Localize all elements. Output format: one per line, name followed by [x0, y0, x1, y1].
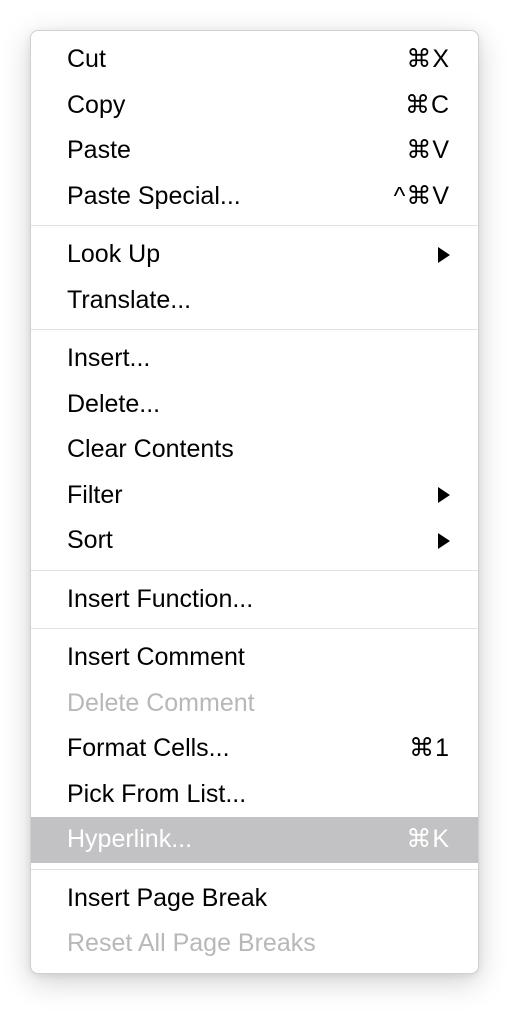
menu-label: Sort: [67, 522, 430, 560]
menu-item-sort[interactable]: Sort: [31, 518, 478, 564]
menu-label: Insert Comment: [67, 639, 450, 677]
menu-label: Delete Comment: [67, 685, 450, 723]
menu-label: Copy: [67, 87, 405, 125]
menu-label: Insert Page Break: [67, 880, 450, 918]
menu-item-delete-comment: Delete Comment: [31, 681, 478, 727]
menu-item-pick-from-list[interactable]: Pick From List...: [31, 772, 478, 818]
menu-item-clear-contents[interactable]: Clear Contents: [31, 427, 478, 473]
menu-item-look-up[interactable]: Look Up: [31, 232, 478, 278]
menu-label: Hyperlink...: [67, 821, 406, 859]
menu-separator: [31, 329, 478, 330]
menu-item-translate[interactable]: Translate...: [31, 278, 478, 324]
menu-item-insert-comment[interactable]: Insert Comment: [31, 635, 478, 681]
menu-label: Filter: [67, 477, 430, 515]
menu-item-paste-special[interactable]: Paste Special... ^⌘V: [31, 174, 478, 220]
menu-shortcut: ⌘V: [406, 132, 450, 170]
menu-item-filter[interactable]: Filter: [31, 473, 478, 519]
menu-shortcut: ⌘1: [409, 730, 450, 768]
menu-item-cut[interactable]: Cut ⌘X: [31, 37, 478, 83]
menu-item-format-cells[interactable]: Format Cells... ⌘1: [31, 726, 478, 772]
menu-separator: [31, 628, 478, 629]
submenu-indicator: [430, 247, 450, 263]
menu-item-paste[interactable]: Paste ⌘V: [31, 128, 478, 174]
menu-label: Translate...: [67, 282, 450, 320]
menu-label: Cut: [67, 41, 406, 79]
submenu-indicator: [430, 487, 450, 503]
chevron-right-icon: [438, 247, 450, 263]
menu-label: Reset All Page Breaks: [67, 925, 450, 963]
menu-label: Insert Function...: [67, 581, 450, 619]
menu-label: Paste Special...: [67, 178, 394, 216]
menu-item-copy[interactable]: Copy ⌘C: [31, 83, 478, 129]
menu-label: Paste: [67, 132, 406, 170]
menu-shortcut: ^⌘V: [394, 178, 450, 216]
menu-label: Delete...: [67, 386, 450, 424]
submenu-indicator: [430, 533, 450, 549]
menu-separator: [31, 869, 478, 870]
menu-item-delete[interactable]: Delete...: [31, 382, 478, 428]
menu-label: Format Cells...: [67, 730, 409, 768]
menu-label: Insert...: [67, 340, 450, 378]
menu-item-hyperlink[interactable]: Hyperlink... ⌘K: [31, 817, 478, 863]
context-menu: Cut ⌘X Copy ⌘C Paste ⌘V Paste Special...…: [30, 30, 479, 974]
menu-label: Clear Contents: [67, 431, 450, 469]
menu-separator: [31, 225, 478, 226]
chevron-right-icon: [438, 487, 450, 503]
menu-label: Pick From List...: [67, 776, 450, 814]
menu-label: Look Up: [67, 236, 430, 274]
menu-shortcut: ⌘K: [406, 821, 450, 859]
chevron-right-icon: [438, 533, 450, 549]
menu-item-insert-page-break[interactable]: Insert Page Break: [31, 876, 478, 922]
menu-shortcut: ⌘C: [405, 87, 450, 125]
menu-item-insert-function[interactable]: Insert Function...: [31, 577, 478, 623]
menu-item-insert[interactable]: Insert...: [31, 336, 478, 382]
menu-shortcut: ⌘X: [406, 41, 450, 79]
menu-item-reset-all-page-breaks: Reset All Page Breaks: [31, 921, 478, 967]
menu-separator: [31, 570, 478, 571]
